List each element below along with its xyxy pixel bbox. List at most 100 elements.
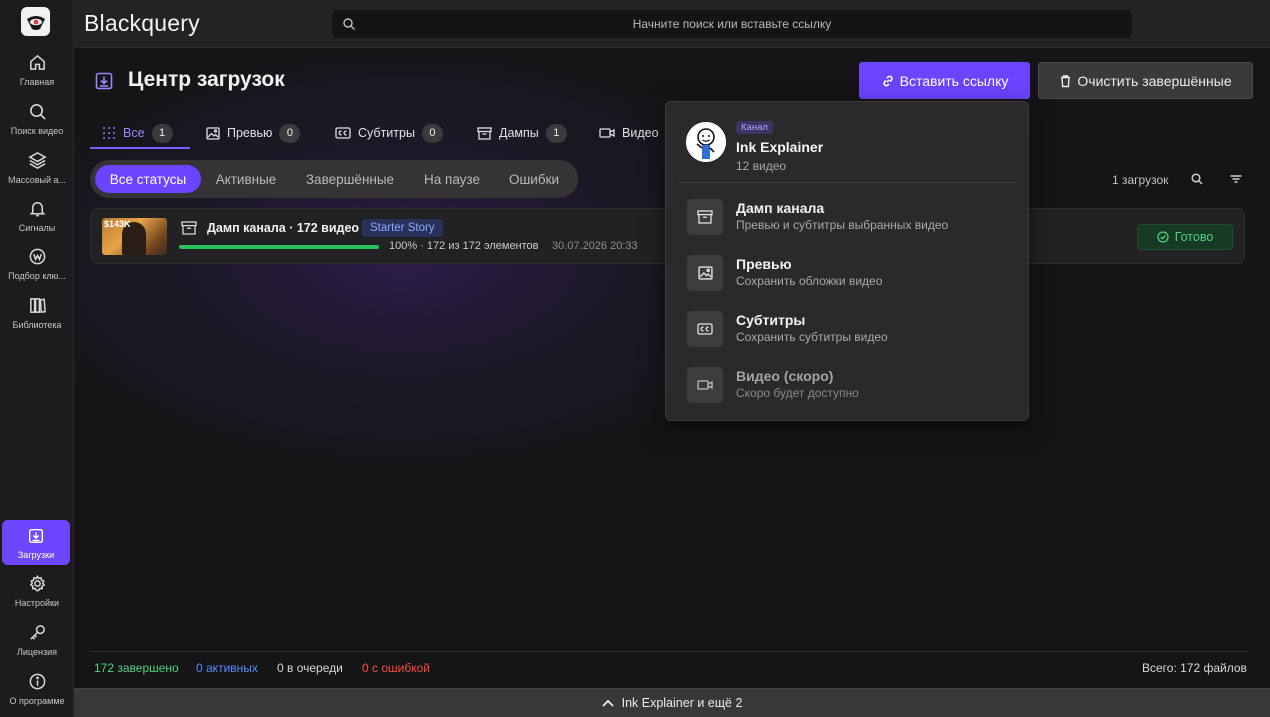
sidebar-item-license[interactable]: Лицензия: [0, 622, 74, 666]
sidebar-item-label: Загрузки: [17, 550, 55, 560]
menu-divider: [678, 182, 1016, 183]
sidebar-item-about[interactable]: О программе: [0, 671, 74, 715]
filter-paused[interactable]: На паузе: [412, 165, 492, 193]
sidebar-item-library[interactable]: Библиотека: [0, 295, 74, 339]
status-badge: Готово: [1137, 224, 1233, 250]
tab-previews[interactable]: Превью 0: [206, 118, 301, 148]
menu-item-desc: Сохранить субтитры видео: [736, 330, 888, 344]
progress-bar: [179, 245, 379, 249]
download-title: Дамп канала · 172 видео: [207, 221, 360, 235]
progress-stats: 100% · 172 из 172 элементов: [389, 240, 539, 252]
filter-errors[interactable]: Ошибки: [496, 165, 572, 193]
sidebar-item-bulk[interactable]: Массовый а...: [0, 150, 74, 194]
menu-item-desc: Превью и субтитры выбранных видео: [736, 218, 949, 232]
sidebar-item-home[interactable]: Главная: [0, 52, 74, 96]
sidebar-item-label: Лицензия: [17, 647, 57, 657]
trash-icon: [1061, 74, 1071, 87]
download-date: 30.07.2026 20:33: [552, 240, 638, 252]
queue-bar-label: Ink Explainer и ещё 2: [621, 696, 743, 710]
tab-count-badge: 1: [545, 123, 567, 143]
summary-active: 0 активных: [196, 661, 258, 675]
paste-link-button[interactable]: Вставить ссылку: [859, 62, 1030, 99]
channel-name: Ink Explainer: [736, 139, 824, 155]
download-icon: [26, 526, 46, 546]
gear-icon: [27, 573, 47, 593]
sidebar-item-label: Подбор клю...: [8, 271, 66, 281]
summary-errors: 0 с ошибкой: [362, 661, 430, 675]
tab-label: Субтитры: [358, 126, 415, 140]
page-title: Центр загрузок: [128, 68, 285, 91]
info-icon: [27, 671, 47, 691]
sidebar-item-label: О программе: [9, 696, 65, 706]
archive-icon: [181, 221, 197, 235]
sidebar-item-label: Библиотека: [12, 320, 62, 330]
filter-icon[interactable]: [1229, 172, 1243, 186]
menu-item-desc: Скоро будет доступно: [736, 386, 859, 400]
paste-link-menu: Канал Ink Explainer 12 видео Дамп канала…: [665, 101, 1029, 421]
menu-item-title: Превью: [736, 256, 792, 272]
sidebar: Главная Поиск видео Массовый а... Сигнал…: [0, 0, 74, 717]
eye-logo-icon: [26, 15, 45, 30]
menu-item-title: Субтитры: [736, 312, 806, 328]
sidebar-item-signals[interactable]: Сигналы: [0, 198, 74, 242]
sidebar-item-downloads[interactable]: Загрузки: [2, 520, 70, 565]
library-icon: [27, 295, 47, 315]
channel-avatar: [686, 122, 726, 162]
search-input[interactable]: [332, 10, 1132, 38]
sidebar-item-label: Главная: [19, 77, 55, 87]
status-filter: Все статусы Активные Завершённые На пауз…: [90, 160, 578, 198]
downloads-count: 1 загрузок: [1112, 173, 1169, 187]
filter-all-statuses[interactable]: Все статусы: [95, 165, 201, 193]
paste-link-label: Вставить ссылку: [899, 72, 1009, 89]
sidebar-item-label: Поиск видео: [10, 126, 64, 136]
sidebar-item-keywords[interactable]: Подбор клю...: [0, 246, 74, 290]
link-icon: [882, 75, 893, 86]
queue-bar-toggle[interactable]: Ink Explainer и ещё 2: [74, 688, 1270, 717]
video-icon: [599, 128, 615, 138]
home-icon: [27, 52, 47, 72]
chevron-up-icon: [601, 699, 614, 707]
archive-icon: [687, 199, 723, 235]
filter-completed[interactable]: Завершённые: [294, 165, 406, 193]
menu-item-desc: Сохранить обложки видео: [736, 274, 883, 288]
grid-dots-icon: [103, 127, 115, 139]
cc-icon: [687, 311, 723, 347]
app-logo[interactable]: [21, 7, 50, 36]
summary-completed: 172 завершено: [94, 661, 179, 675]
video-icon: [687, 367, 723, 403]
summary-total: Всего: 172 файлов: [1142, 661, 1247, 675]
summary-queued: 0 в очереди: [277, 661, 343, 675]
tab-label: Превью: [227, 126, 273, 140]
tab-label: Все: [123, 126, 145, 140]
tab-subtitles[interactable]: Субтитры 0: [335, 118, 443, 148]
layers-icon: [27, 150, 47, 170]
channel-tag[interactable]: Starter Story: [362, 219, 443, 237]
tab-count-badge: 1: [151, 123, 173, 143]
tab-video[interactable]: Видео: [599, 118, 659, 148]
menu-item-previews[interactable]: Превью Сохранить обложки видео: [678, 248, 1018, 298]
tab-all[interactable]: Все 1: [102, 118, 173, 148]
summary-divider: [90, 651, 1248, 652]
image-icon: [687, 255, 723, 291]
clear-completed-button[interactable]: Очистить завершённые: [1038, 62, 1253, 99]
menu-item-video-soon: Видео (скоро) Скоро будет доступно: [678, 360, 1018, 410]
archive-icon: [477, 126, 492, 140]
search-icon[interactable]: [1190, 172, 1204, 186]
sidebar-item-settings[interactable]: Настройки: [0, 573, 74, 617]
sidebar-item-video-search[interactable]: Поиск видео: [0, 101, 74, 145]
tab-count-badge: 0: [421, 123, 443, 143]
sidebar-item-label: Настройки: [14, 598, 60, 608]
tab-count-badge: 0: [279, 123, 301, 143]
search-box[interactable]: [332, 10, 1132, 38]
image-icon: [206, 126, 220, 140]
sidebar-item-label: Массовый а...: [8, 175, 66, 185]
filter-active[interactable]: Активные: [204, 165, 288, 193]
tab-dumps[interactable]: Дампы 1: [477, 118, 567, 148]
menu-item-subtitles[interactable]: Субтитры Сохранить субтитры видео: [678, 304, 1018, 354]
clear-completed-label: Очистить завершённые: [1077, 72, 1232, 89]
menu-item-channel-dump[interactable]: Дамп канала Превью и субтитры выбранных …: [678, 192, 1018, 242]
check-circle-icon: [1157, 231, 1169, 243]
key-icon: [27, 622, 47, 642]
active-tab-indicator: [90, 147, 190, 149]
search-icon: [27, 101, 47, 121]
